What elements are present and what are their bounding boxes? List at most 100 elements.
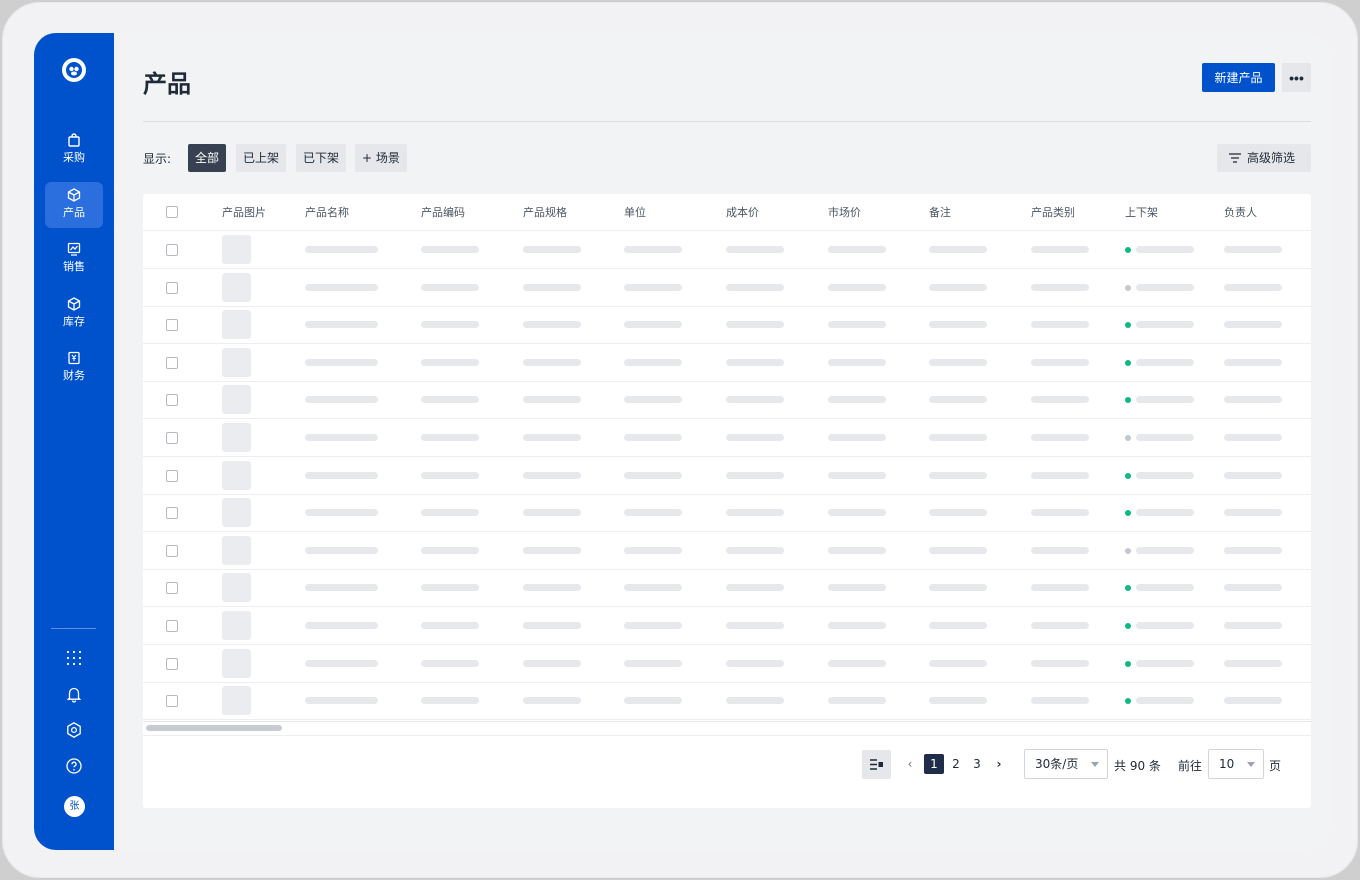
- cell-placeholder: [624, 283, 682, 291]
- cell-placeholder: [305, 358, 378, 366]
- cell-placeholder: [421, 321, 479, 329]
- table-row[interactable]: [143, 494, 1311, 533]
- cell-placeholder: [1224, 358, 1282, 366]
- cell-placeholder: [828, 283, 886, 291]
- logo-monkey-icon[interactable]: [62, 58, 86, 82]
- app-window: 采购 产品 销售 库存 财务 张 产品 新建产品 ••• 显示: 全部 已上架 …: [34, 33, 1330, 850]
- yuan-icon: [68, 351, 80, 365]
- row-checkbox[interactable]: [166, 319, 178, 332]
- prev-page-icon[interactable]: ‹: [900, 754, 920, 774]
- page-size-select[interactable]: 30条/页: [1024, 749, 1108, 779]
- cell-placeholder: [305, 321, 378, 329]
- new-product-button[interactable]: 新建产品: [1202, 63, 1275, 92]
- sidebar-item-procurement[interactable]: 采购: [45, 127, 103, 173]
- cell-placeholder: [1031, 246, 1089, 253]
- cell-placeholder: [726, 283, 784, 291]
- add-scene-chip[interactable]: + 场景: [355, 144, 407, 172]
- filter-chip-delisted[interactable]: 已下架: [296, 144, 347, 172]
- cell-placeholder: [726, 358, 784, 366]
- row-checkbox[interactable]: [166, 469, 178, 482]
- cell-placeholder: [828, 321, 886, 329]
- sidebar-item-sales[interactable]: 销售: [45, 236, 103, 282]
- table-row[interactable]: [143, 344, 1311, 382]
- table-row[interactable]: [143, 231, 1311, 269]
- cell-placeholder: [305, 434, 378, 441]
- row-checkbox[interactable]: [166, 657, 178, 670]
- column-header: 成本价: [726, 206, 759, 219]
- table-row[interactable]: [143, 532, 1311, 570]
- more-options-button[interactable]: •••: [1282, 63, 1311, 92]
- cell-placeholder: [624, 659, 682, 667]
- table-row[interactable]: [143, 419, 1311, 457]
- row-checkbox[interactable]: [166, 432, 178, 444]
- filter-chip-listed[interactable]: 已上架: [236, 144, 287, 172]
- cell-placeholder: [305, 546, 378, 554]
- cell-placeholder: [1224, 246, 1282, 253]
- cell-placeholder: [1136, 546, 1194, 554]
- status-dot: [1125, 585, 1131, 592]
- row-checkbox[interactable]: [166, 620, 178, 632]
- row-checkbox[interactable]: [166, 507, 178, 520]
- table-row[interactable]: [143, 381, 1311, 420]
- next-page-icon[interactable]: ›: [989, 754, 1009, 774]
- page-2[interactable]: 2: [946, 754, 966, 774]
- cell-placeholder: [624, 246, 682, 253]
- sidebar-item-label: 库存: [63, 315, 85, 328]
- page-1[interactable]: 1: [924, 754, 944, 774]
- select-all-checkbox[interactable]: [166, 206, 178, 218]
- table-row[interactable]: [143, 645, 1311, 683]
- goto-page-select[interactable]: 10: [1208, 749, 1264, 779]
- table-row[interactable]: [143, 682, 1311, 721]
- row-checkbox[interactable]: [166, 244, 178, 256]
- table-row[interactable]: [143, 607, 1311, 645]
- avatar[interactable]: 张: [64, 796, 85, 817]
- cell-placeholder: [624, 509, 682, 517]
- cell-placeholder: [523, 434, 581, 441]
- filter-chip-all[interactable]: 全部: [188, 144, 227, 172]
- row-checkbox[interactable]: [166, 582, 178, 595]
- cell-placeholder: [1031, 509, 1089, 517]
- cell-placeholder: [1031, 584, 1089, 592]
- horizontal-scrollbar[interactable]: [143, 721, 1311, 734]
- cell-placeholder: [1224, 396, 1282, 404]
- cell-placeholder: [929, 358, 987, 366]
- cell-placeholder: [305, 471, 378, 479]
- help-icon[interactable]: [65, 757, 83, 775]
- column-settings-icon[interactable]: [862, 750, 891, 779]
- cell-placeholder: [1224, 434, 1282, 441]
- table-row[interactable]: [143, 457, 1311, 495]
- cell-placeholder: [523, 246, 581, 253]
- row-checkbox[interactable]: [166, 695, 178, 708]
- scrollbar-thumb[interactable]: [146, 725, 282, 731]
- sidebar-item-inventory[interactable]: 库存: [45, 291, 103, 337]
- table-row[interactable]: [143, 569, 1311, 608]
- advanced-filter-button[interactable]: 高级筛选: [1217, 144, 1311, 172]
- page-3[interactable]: 3: [967, 754, 987, 774]
- cell-placeholder: [523, 584, 581, 592]
- cell-placeholder: [726, 622, 784, 629]
- cell-placeholder: [828, 584, 886, 592]
- cell-placeholder: [828, 471, 886, 479]
- cell-placeholder: [1136, 396, 1194, 404]
- cell-placeholder: [421, 358, 479, 366]
- settings-hexagon-icon[interactable]: [65, 721, 83, 739]
- sidebar-item-products[interactable]: 产品: [45, 182, 103, 228]
- row-checkbox[interactable]: [166, 394, 178, 407]
- page-suffix: 页: [1269, 759, 1282, 773]
- cube-icon: [67, 297, 81, 311]
- row-checkbox[interactable]: [166, 544, 178, 557]
- table-row[interactable]: [143, 269, 1311, 307]
- cell-placeholder: [828, 546, 886, 554]
- table-row[interactable]: [143, 306, 1311, 345]
- product-image-placeholder: [222, 272, 251, 302]
- bell-icon[interactable]: [65, 685, 83, 703]
- column-header: 市场价: [828, 206, 861, 219]
- row-checkbox[interactable]: [166, 281, 178, 294]
- sidebar-divider: [51, 628, 96, 629]
- row-checkbox[interactable]: [166, 356, 178, 369]
- product-image-placeholder: [222, 535, 251, 565]
- sidebar-item-finance[interactable]: 财务: [45, 345, 103, 391]
- cell-placeholder: [305, 584, 378, 592]
- cell-placeholder: [1031, 697, 1089, 705]
- apps-grid-icon[interactable]: [65, 649, 83, 667]
